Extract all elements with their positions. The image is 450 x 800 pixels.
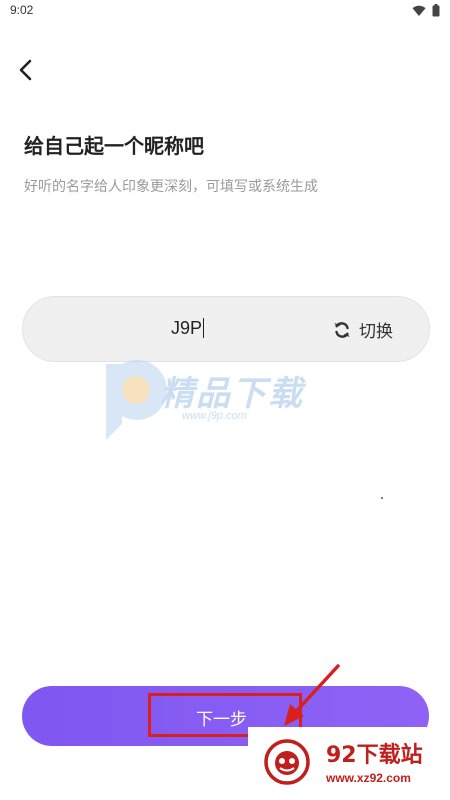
nickname-input[interactable]: J9P 切换: [22, 296, 430, 362]
switch-nickname-button[interactable]: 切换: [333, 317, 393, 342]
back-button[interactable]: [12, 56, 40, 84]
status-icons: [412, 4, 440, 17]
site-url: www.xz92.com: [326, 771, 411, 785]
site-name: 92下载站: [326, 743, 423, 768]
refresh-icon: [334, 321, 350, 338]
watermark-text: 精品下载: [160, 374, 304, 414]
page-subtitle: 好听的名字给人印象更深刻，可填写或系统生成: [24, 179, 318, 195]
speck: [381, 497, 383, 499]
watermark-url: www.j9p.com: [182, 410, 247, 422]
nickname-screen: 9:02 给自己起一个昵称吧 好听的名字给人印象更深刻，可填写或系统生成 J9P: [0, 0, 450, 800]
site-logo-icon: [264, 739, 310, 785]
text-caret: [203, 318, 205, 338]
nickname-value[interactable]: J9P: [171, 318, 205, 339]
chevron-left-icon: [19, 59, 32, 81]
page-title: 给自己起一个昵称吧: [24, 134, 204, 158]
battery-icon: [432, 4, 440, 17]
nickname-text: J9P: [171, 318, 203, 338]
status-bar: 9:02: [0, 0, 450, 22]
wifi-icon: [412, 5, 426, 16]
site-badge: 92下载站 www.xz92.com: [248, 727, 450, 800]
status-time: 9:02: [10, 3, 34, 17]
switch-label: 切换: [359, 322, 393, 342]
watermark: 精品下载 www.j9p.com: [98, 358, 358, 444]
